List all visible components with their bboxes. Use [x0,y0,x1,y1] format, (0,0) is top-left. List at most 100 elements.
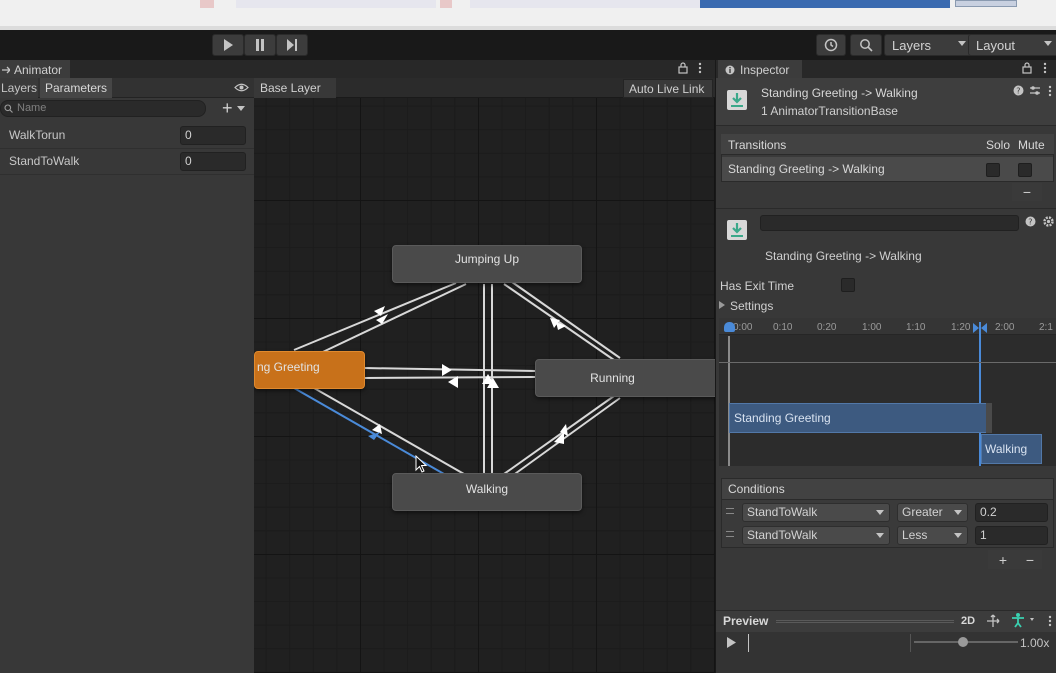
presets-icon[interactable] [1029,85,1041,99]
timeline-tick: 2:1 [1039,322,1053,333]
step-icon [287,39,297,51]
transition-handle-icon[interactable] [973,322,987,333]
condition-threshold-field[interactable]: 1 [975,526,1048,545]
transition-row-label: Standing Greeting -> Walking [728,162,885,176]
dest-clip-bar[interactable]: Walking [981,434,1042,464]
transition-name-field[interactable] [760,215,1019,231]
play-button[interactable] [212,34,244,56]
play-icon [224,39,233,51]
state-node-standing-greeting[interactable]: ng Greeting [254,351,365,389]
play-icon[interactable] [726,637,736,651]
layout-dropdown[interactable]: Layout [968,34,1056,56]
state-node-jumping-up[interactable]: Jumping Up [392,245,582,283]
transition-name-label: Standing Greeting -> Walking [765,249,922,263]
settings-foldout-arrow-icon[interactable] [719,301,725,309]
history-button[interactable] [816,34,846,56]
remove-transition-button[interactable]: − [1012,183,1042,201]
condition-mode-label: Greater [902,505,943,519]
help-icon[interactable]: ? [1013,85,1024,99]
svg-text:?: ? [1028,218,1032,227]
solo-checkbox[interactable] [986,163,1000,177]
remove-condition-button[interactable]: − [1018,550,1042,569]
avatar-icon[interactable] [1010,612,1036,631]
tab-layers[interactable]: Layers [0,78,38,98]
help-icon[interactable]: ? [1025,216,1036,230]
transition-icon [726,219,748,244]
state-node-walking[interactable]: Walking [392,473,582,511]
add-condition-button[interactable]: + [988,550,1018,569]
minus-icon: − [1022,184,1032,200]
source-clip-bar[interactable]: Standing Greeting [729,403,991,433]
more-options-icon[interactable] [1048,615,1052,630]
parameter-search-placeholder: Name [17,102,47,114]
inspector-title: Standing Greeting -> Walking [761,86,918,100]
preview-speed-value: 1.00x [1020,636,1050,650]
parameter-value-field[interactable]: 0 [180,126,246,145]
condition-parameter-dropdown[interactable]: StandToWalk [742,503,890,522]
parameter-row[interactable]: WalkTorun 0 [0,122,254,149]
layers-dropdown[interactable]: Layers [884,34,973,56]
pause-button[interactable] [244,34,276,56]
plus-icon: + [998,551,1008,568]
preview-2d-toggle[interactable]: 2D [961,615,975,627]
tab-inspector[interactable]: Inspector [718,60,802,79]
lock-icon[interactable] [1022,62,1032,77]
preview-speed-slider-knob[interactable] [958,637,968,647]
drag-handle-icon[interactable] [726,531,734,537]
transitions-title: Transitions [728,138,787,152]
step-button[interactable] [276,34,308,56]
source-clip-label: Standing Greeting [734,411,831,425]
eye-icon[interactable] [234,82,249,96]
more-options-icon[interactable] [1048,85,1052,100]
condition-parameter-label: StandToWalk [747,528,818,542]
chevron-down-icon [876,510,884,515]
drag-handle-icon[interactable] [726,508,734,514]
settings-foldout-label[interactable]: Settings [730,299,773,313]
playhead-marker-icon[interactable] [724,322,735,332]
parameter-row[interactable]: StandToWalk 0 [0,148,254,175]
preview-controls [716,632,1056,673]
tab-parameters[interactable]: Parameters [40,78,112,98]
svg-text:?: ? [1016,87,1020,96]
parameter-name: StandToWalk [9,154,80,168]
state-node-label: Running [590,371,635,385]
info-icon [725,65,735,74]
preview-divider [910,634,911,652]
more-options-icon[interactable] [698,62,702,77]
state-machine-graph[interactable]: Jumping Up ng Greeting Running Walking [254,98,715,673]
parameter-name: WalkTorun [9,128,66,142]
tab-animator-label: Animator [14,62,63,77]
condition-mode-dropdown[interactable]: Less [897,526,968,545]
breadcrumb[interactable]: Base Layer [254,78,336,98]
pivot-icon[interactable] [985,613,1001,632]
auto-live-link-button[interactable]: Auto Live Link [623,79,713,98]
has-exit-time-checkbox[interactable] [841,278,855,292]
search-icon [4,104,13,113]
lock-icon[interactable] [678,62,688,77]
search-button[interactable] [850,34,882,56]
timeline-tick: 0:00 [733,322,753,333]
tab-inspector-label: Inspector [740,62,790,77]
timeline-playhead [728,336,730,466]
mute-checkbox[interactable] [1018,163,1032,177]
more-options-icon[interactable] [1043,62,1047,77]
minus-icon: − [1025,551,1035,568]
timeline-curve [719,362,1056,363]
add-parameter-button[interactable]: + [222,99,250,117]
tab-animator[interactable]: Animator [0,60,70,79]
parameters-panel [0,98,254,673]
state-node-running[interactable]: Running [535,359,715,397]
search-icon [860,39,873,52]
chevron-down-icon [954,533,962,538]
preview-drag-bar[interactable] [776,620,954,623]
condition-parameter-dropdown[interactable]: StandToWalk [742,526,890,545]
parameter-value-field[interactable]: 0 [180,152,246,171]
parameter-search-input[interactable]: Name [0,100,206,117]
has-exit-time-label: Has Exit Time [720,279,795,293]
transition-row[interactable]: Standing Greeting -> Walking [722,157,1053,181]
timeline-tick: 1:00 [862,322,882,333]
condition-mode-dropdown[interactable]: Greater [897,503,968,522]
condition-threshold-field[interactable]: 0.2 [975,503,1048,522]
preview-title: Preview [723,614,769,628]
gear-icon[interactable] [1042,215,1055,231]
